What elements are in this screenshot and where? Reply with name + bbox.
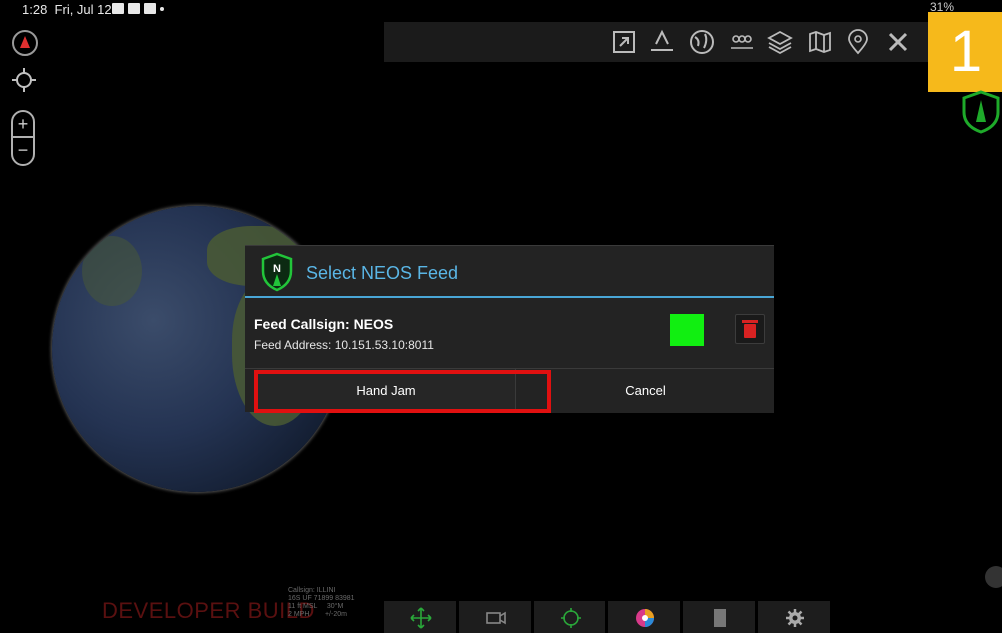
delete-feed-button[interactable] (735, 314, 765, 344)
top-toolbar (384, 22, 932, 62)
color-wheel-button[interactable] (608, 601, 681, 633)
locate-me-icon[interactable] (12, 68, 36, 92)
neos-shield-icon[interactable] (960, 88, 1002, 134)
pan-tool-button[interactable] (384, 601, 456, 633)
cancel-button[interactable]: Cancel (517, 369, 774, 413)
notes-button[interactable] (683, 601, 756, 633)
feed-address: Feed Address: 10.151.53.10:8011 (254, 338, 434, 352)
status-bar: 1:28 Fri, Jul 12 31% (0, 0, 1002, 22)
highlight-box (254, 370, 551, 413)
zoom-out-button[interactable]: − (13, 138, 33, 162)
neos-logo-icon: N (261, 252, 293, 292)
compass-button[interactable] (12, 30, 38, 56)
layers-icon[interactable] (766, 28, 794, 56)
zoom-control: + − (11, 110, 35, 166)
gear-icon (786, 609, 805, 627)
video-notification-icon (128, 3, 140, 14)
self-location-info: Callsign: ILLINI 16S UF 71899 83981 11 f… (288, 587, 355, 618)
expand-icon[interactable] (610, 28, 638, 56)
zoom-in-button[interactable]: + (13, 112, 33, 138)
elevation-icon[interactable] (648, 28, 676, 56)
dialog-header: N Select NEOS Feed (245, 246, 774, 298)
status-time: 1:28 Fri, Jul 12 (22, 2, 112, 17)
more-notifications-icon (160, 7, 164, 11)
target-icon (560, 608, 581, 628)
color-wheel-icon (636, 609, 655, 627)
image-notification-icon (112, 3, 124, 14)
feed-callsign: Feed Callsign: NEOS (254, 316, 394, 332)
document-icon (714, 609, 727, 627)
notification-icons (112, 3, 164, 14)
video-button[interactable] (458, 601, 531, 633)
map-icon[interactable] (806, 28, 834, 56)
trash-icon (742, 320, 758, 323)
self-marker-button[interactable] (533, 601, 606, 633)
side-panel-handle[interactable] (985, 566, 1002, 588)
trash-icon-body (744, 324, 756, 338)
bottom-toolbar (384, 601, 830, 633)
svg-text:N: N (273, 263, 281, 275)
settings-button[interactable] (758, 601, 830, 633)
contacts-icon[interactable] (728, 28, 756, 56)
developer-build-watermark: DEVELOPER BUILD (102, 598, 315, 623)
video-camera-icon (486, 611, 506, 625)
bug-notification-icon (144, 3, 156, 14)
dialog-title: Select NEOS Feed (306, 263, 459, 283)
landmass (82, 236, 142, 306)
close-tools-icon[interactable] (884, 28, 912, 56)
move-arrows-icon (410, 607, 432, 629)
step-number-badge: 1 (928, 12, 1002, 92)
add-marker-icon[interactable] (844, 28, 872, 56)
globe-icon[interactable] (688, 28, 716, 56)
feed-color-swatch[interactable] (670, 314, 704, 346)
